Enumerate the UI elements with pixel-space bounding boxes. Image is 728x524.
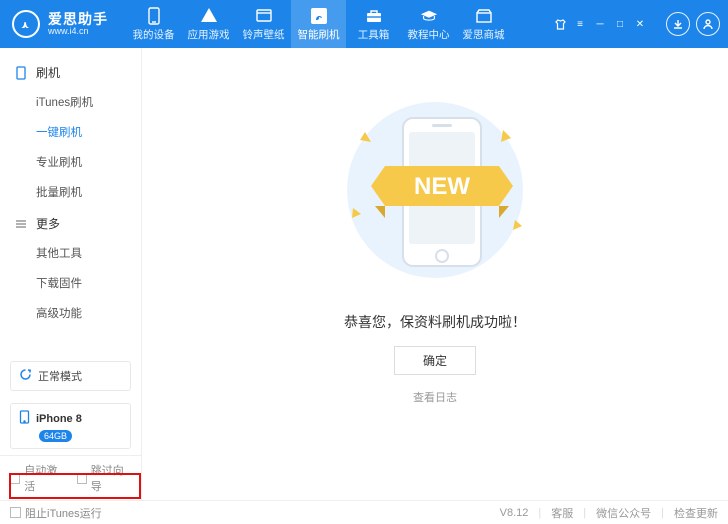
top-nav: 我的设备 应用游戏 铃声壁纸 智能刷机 工具箱 教程中心 爱思商城 [126, 0, 511, 48]
logo-icon [12, 10, 40, 38]
tutorial-icon [420, 7, 438, 25]
device-name: iPhone 8 [36, 413, 82, 425]
sidebar-item-itunes-flash[interactable]: iTunes刷机 [36, 87, 141, 117]
view-log-link[interactable]: 查看日志 [413, 389, 457, 405]
checkbox-label: 阻止iTunes运行 [25, 505, 102, 521]
sidebar-item-advanced[interactable]: 高级功能 [36, 298, 141, 328]
sidebar-item-pro-flash[interactable]: 专业刷机 [36, 147, 141, 177]
close-icon[interactable]: ✕ [630, 16, 650, 32]
version-label: V8.12 [500, 507, 529, 519]
section-title: 更多 [36, 215, 60, 232]
mode-label: 正常模式 [38, 368, 82, 384]
brand-url: www.i4.cn [48, 27, 108, 36]
footer-link-support[interactable]: 客服 [551, 505, 573, 521]
nav-store[interactable]: 爱思商城 [456, 0, 511, 48]
brand-name: 爱思助手 [48, 12, 108, 27]
checkbox-icon [10, 473, 20, 484]
sidebar-section-more: 更多 [0, 207, 141, 238]
checkbox-icon [77, 473, 87, 484]
footer-link-wechat[interactable]: 微信公众号 [596, 505, 651, 521]
nav-my-device[interactable]: 我的设备 [126, 0, 181, 48]
checkbox-label: 自动激活 [24, 462, 64, 494]
nav-label: 工具箱 [358, 27, 390, 42]
refresh-icon [19, 368, 32, 384]
nav-flash[interactable]: 智能刷机 [291, 0, 346, 48]
nav-label: 爱思商城 [463, 27, 505, 42]
ok-button[interactable]: 确定 [394, 346, 476, 375]
ringtone-icon [255, 7, 273, 25]
storage-badge: 64GB [39, 430, 72, 442]
sidebar: 刷机 iTunes刷机 一键刷机 专业刷机 批量刷机 更多 其他工具 下载固件 … [0, 48, 142, 500]
store-icon [475, 7, 493, 25]
main-content: NEW 恭喜您，保资料刷机成功啦！ 确定 查看日志 [142, 48, 728, 500]
sidebar-item-download-fw[interactable]: 下载固件 [36, 268, 141, 298]
footer-link-update[interactable]: 检查更新 [674, 505, 718, 521]
success-message: 恭喜您，保资料刷机成功啦！ [344, 312, 526, 332]
nav-label: 应用游戏 [188, 27, 230, 42]
checkbox-stop-itunes[interactable]: 阻止iTunes运行 [10, 505, 102, 521]
nav-apps[interactable]: 应用游戏 [181, 0, 236, 48]
sidebar-bottom-row: 自动激活 跳过向导 [0, 455, 141, 500]
checkbox-skip-wizard[interactable]: 跳过向导 [77, 462, 132, 494]
titlebar: 爱思助手 www.i4.cn 我的设备 应用游戏 铃声壁纸 智能刷机 工具箱 教… [0, 0, 728, 48]
footer: 阻止iTunes运行 V8.12 | 客服 | 微信公众号 | 检查更新 [0, 500, 728, 524]
nav-label: 智能刷机 [298, 27, 340, 42]
nav-label: 我的设备 [133, 27, 175, 42]
minimize-icon[interactable]: ─ [590, 16, 610, 32]
nav-tutorial[interactable]: 教程中心 [401, 0, 456, 48]
menu-icon[interactable]: ≡ [570, 16, 590, 32]
success-illustration: NEW [325, 90, 545, 290]
sidebar-section-flash: 刷机 [0, 56, 141, 87]
nav-ringtone[interactable]: 铃声壁纸 [236, 0, 291, 48]
maximize-icon[interactable]: □ [610, 16, 630, 32]
checkbox-auto-activate[interactable]: 自动激活 [10, 462, 65, 494]
checkbox-icon [10, 507, 21, 518]
sidebar-item-other-tools[interactable]: 其他工具 [36, 238, 141, 268]
mode-card[interactable]: 正常模式 [10, 361, 131, 391]
flash-icon [310, 7, 328, 25]
sidebar-item-batch-flash[interactable]: 批量刷机 [36, 177, 141, 207]
toolbox-icon [365, 7, 383, 25]
phone-icon [19, 410, 30, 427]
device-card[interactable]: iPhone 8 64GB [10, 403, 131, 449]
device-icon [145, 7, 163, 25]
download-button[interactable] [666, 12, 690, 36]
sidebar-item-oneclick-flash[interactable]: 一键刷机 [36, 117, 141, 147]
brand-logo: 爱思助手 www.i4.cn [12, 10, 108, 38]
phone-icon [14, 66, 28, 80]
nav-label: 教程中心 [408, 27, 450, 42]
banner-text: NEW [414, 173, 470, 200]
nav-toolbox[interactable]: 工具箱 [346, 0, 401, 48]
more-icon [14, 217, 28, 231]
window-controls: ≡ ─ □ ✕ [550, 16, 650, 32]
nav-label: 铃声壁纸 [243, 27, 285, 42]
section-title: 刷机 [36, 64, 60, 81]
user-button[interactable] [696, 12, 720, 36]
checkbox-label: 跳过向导 [91, 462, 131, 494]
apps-icon [200, 7, 218, 25]
skin-icon[interactable] [550, 16, 570, 32]
